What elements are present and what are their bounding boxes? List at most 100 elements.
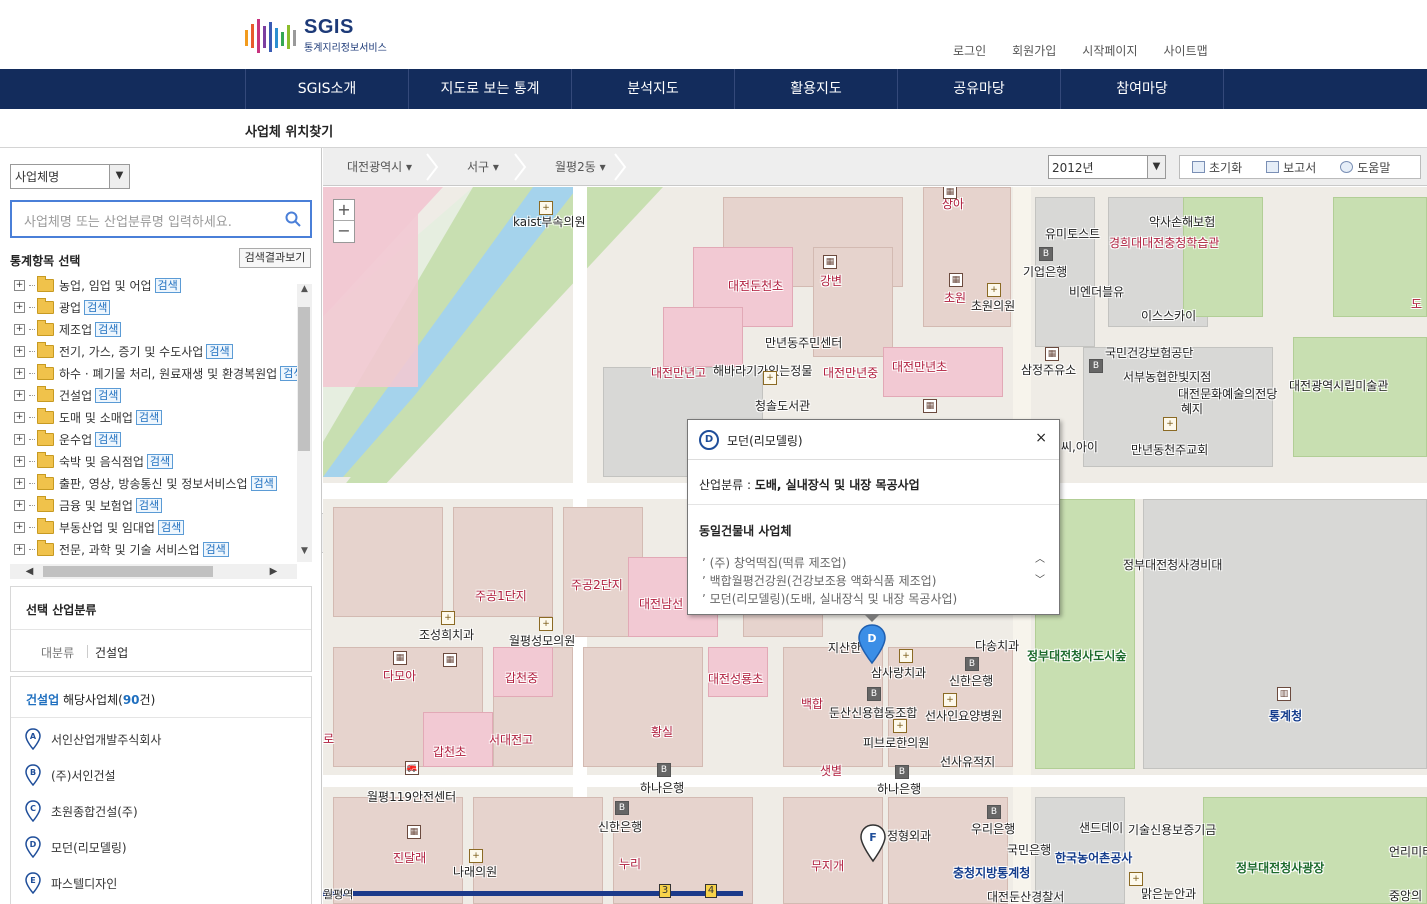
expand-icon[interactable]: + bbox=[14, 455, 25, 467]
tree-node[interactable]: + 출판, 영상, 방송통신 및 정보서비스업 검색 bbox=[10, 472, 277, 494]
bank-icon[interactable]: B bbox=[965, 657, 979, 671]
tree-node[interactable]: + 숙박 및 음식점업 검색 bbox=[10, 450, 174, 472]
building-icon[interactable]: ▦ bbox=[943, 187, 957, 199]
map-label[interactable]: 만년동주민센터 bbox=[765, 334, 842, 351]
map-label[interactable]: 국민은행 bbox=[1007, 841, 1051, 858]
marker-f-icon[interactable]: F bbox=[859, 823, 887, 863]
nav-map-stats[interactable]: 지도로 보는 통계 bbox=[409, 69, 572, 109]
start-page-link[interactable]: 시작페이지 bbox=[1069, 42, 1150, 59]
hospital-icon[interactable]: + bbox=[1163, 417, 1177, 431]
map-label[interactable]: 서대전고 bbox=[489, 731, 533, 748]
search-tag-button[interactable]: 검색 bbox=[146, 453, 174, 469]
bank-icon[interactable]: B bbox=[867, 687, 881, 701]
scroll-thumb[interactable] bbox=[298, 307, 310, 451]
help-button[interactable]: 도움말 bbox=[1340, 159, 1390, 176]
map-label[interactable]: 충청지방통계청 bbox=[953, 864, 1030, 881]
building-icon[interactable]: ▦ bbox=[407, 825, 421, 839]
tree-node[interactable]: + 전기, 가스, 증기 및 수도사업 검색 bbox=[10, 340, 233, 362]
hospital-icon[interactable]: + bbox=[893, 719, 907, 733]
tree-node[interactable]: + 제조업 검색 bbox=[10, 318, 122, 340]
expand-icon[interactable]: + bbox=[14, 521, 25, 533]
expand-icon[interactable]: + bbox=[14, 543, 25, 555]
map-label[interactable]: 도 bbox=[1411, 295, 1422, 312]
hospital-icon[interactable]: + bbox=[1129, 872, 1143, 886]
map-label[interactable]: 대전남선 bbox=[639, 595, 683, 612]
search-tag-button[interactable]: 검색 bbox=[95, 431, 122, 447]
search-type-select[interactable]: 사업체명 ▼ bbox=[10, 164, 130, 189]
hospital-icon[interactable]: + bbox=[899, 649, 913, 663]
close-icon[interactable]: × bbox=[1035, 430, 1047, 446]
list-item[interactable]: D 모던(리모델링) bbox=[25, 835, 127, 859]
map-label[interactable]: 중앙의 bbox=[1389, 887, 1422, 904]
map-label[interactable]: 주공1단지 bbox=[475, 587, 527, 604]
map-label[interactable]: 갑천중 bbox=[505, 669, 538, 686]
tree-node[interactable]: + 금융 및 보험업 검색 bbox=[10, 494, 163, 516]
view-results-button[interactable]: 검색결과보기 bbox=[239, 248, 311, 268]
expand-icon[interactable]: + bbox=[14, 499, 25, 511]
map-label[interactable]: 로 bbox=[323, 730, 334, 747]
map-label[interactable]: 정형외과 bbox=[887, 827, 931, 844]
search-tag-button[interactable]: 검색 bbox=[84, 299, 111, 315]
hospital-icon[interactable]: + bbox=[539, 617, 553, 631]
tree-node[interactable]: + 도매 및 소매업 검색 bbox=[10, 406, 163, 428]
expand-icon[interactable]: + bbox=[14, 477, 25, 489]
map-label[interactable]: 초원의원 bbox=[971, 297, 1015, 314]
search-tag-button[interactable]: 검색 bbox=[206, 343, 233, 359]
bank-icon[interactable]: B bbox=[1089, 359, 1103, 373]
search-tag-button[interactable]: 검색 bbox=[157, 519, 185, 535]
map-label[interactable]: 샛별 bbox=[820, 762, 842, 779]
map-label[interactable]: 비엔더블유 bbox=[1069, 283, 1124, 300]
map-label[interactable]: 황실 bbox=[651, 723, 673, 740]
expand-icon[interactable]: + bbox=[14, 345, 25, 357]
map-label[interactable]: 대전광역시립미술관 bbox=[1289, 377, 1388, 394]
map-label[interactable]: 이스스카이 bbox=[1141, 307, 1196, 324]
map-label[interactable]: 씨,아이 bbox=[1061, 438, 1098, 455]
map-label[interactable]: 국민건강보험공단 bbox=[1105, 344, 1193, 361]
map-label[interactable]: 주공2단지 bbox=[571, 576, 623, 593]
map-label[interactable]: 서부농협한빛지점 bbox=[1123, 368, 1211, 385]
map-label[interactable]: 대전만년고 bbox=[651, 364, 706, 381]
tree-node[interactable]: + 농업, 임업 및 어업 검색 bbox=[10, 274, 181, 296]
map-label[interactable]: 대전둔산경찰서 bbox=[987, 888, 1064, 904]
map-label[interactable]: 대전만년초 bbox=[892, 358, 947, 375]
map-label[interactable]: 피브로한의원 bbox=[863, 734, 929, 751]
map-label[interactable]: 월평성모의원 bbox=[509, 632, 575, 649]
expand-icon[interactable]: + bbox=[14, 389, 25, 401]
nav-participate[interactable]: 참여마당 bbox=[1061, 69, 1224, 109]
scroll-up-icon[interactable]: ▲ bbox=[297, 284, 312, 300]
map-canvas[interactable]: kaist부속의원 상아 유미토스트 악사손해보험 경희대대전충청학습관 대전둔… bbox=[323, 187, 1427, 904]
same-building-item[interactable]: ʼ (주) 창억떡집(떡류 제조업) bbox=[702, 554, 846, 571]
tree-node[interactable]: + 전문, 과학 및 기술 서비스업 검색 bbox=[10, 538, 229, 560]
hospital-icon[interactable]: + bbox=[943, 693, 957, 707]
building-icon[interactable]: ▦ bbox=[923, 399, 937, 413]
map-label[interactable]: 한국농어촌공사 bbox=[1055, 849, 1132, 866]
map-label[interactable]: 우리은행 bbox=[971, 820, 1015, 837]
map-label[interactable]: 경희대대전충청학습관 bbox=[1109, 234, 1219, 251]
map-label[interactable]: 정부대전청사도시숲 bbox=[1027, 647, 1126, 664]
search-input[interactable]: 사업체명 또는 산업분류명 입력하세요. bbox=[10, 200, 312, 238]
station-label[interactable]: 월평역 bbox=[323, 886, 353, 902]
nav-sgis-intro[interactable]: SGIS소개 bbox=[246, 69, 409, 109]
map-label[interactable]: 조성희치과 bbox=[419, 626, 474, 643]
list-item[interactable]: B (주)서인건설 bbox=[25, 763, 116, 787]
map-label[interactable]: 샌드데이 bbox=[1079, 819, 1123, 836]
expand-icon[interactable]: + bbox=[14, 301, 25, 313]
expand-icon[interactable]: + bbox=[14, 411, 25, 423]
scroll-thumb[interactable] bbox=[43, 566, 213, 577]
map-label[interactable]: 하나은행 bbox=[877, 780, 921, 797]
map-label[interactable]: 기술신용보증기금 bbox=[1128, 821, 1216, 838]
map-label[interactable]: 만년동천주교회 bbox=[1131, 441, 1208, 458]
map-label[interactable]: 진달래 bbox=[393, 849, 426, 866]
list-item[interactable]: A 서인산업개발주식회사 bbox=[25, 727, 161, 751]
map-label[interactable]: 기업은행 bbox=[1023, 263, 1067, 280]
login-link[interactable]: 로그인 bbox=[940, 42, 999, 59]
same-building-item[interactable]: ʼ 모던(리모델링)(도배, 실내장식 및 내장 목공사업) bbox=[702, 590, 957, 607]
signup-link[interactable]: 회원가입 bbox=[999, 42, 1069, 59]
map-label[interactable]: 혜지 bbox=[1181, 400, 1203, 417]
stats-agency-icon[interactable]: ▥ bbox=[1277, 687, 1291, 701]
search-tag-button[interactable]: 검색 bbox=[202, 541, 229, 557]
building-icon[interactable]: ▦ bbox=[823, 255, 837, 269]
scroll-down-icon[interactable]: ▼ bbox=[297, 546, 312, 562]
map-label[interactable]: 선사유적지 bbox=[940, 753, 995, 770]
map-label[interactable]: 정부대전청사경비대 bbox=[1123, 556, 1222, 573]
